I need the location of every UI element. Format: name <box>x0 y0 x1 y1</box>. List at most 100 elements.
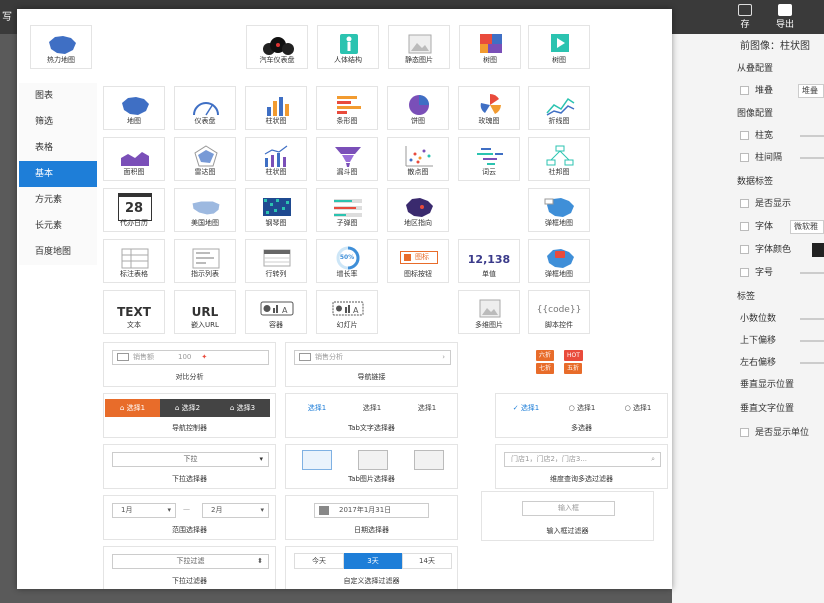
bar-width-row[interactable]: 柱宽 <box>740 129 773 143</box>
dropdown-filter-select[interactable]: 下拉过滤 ⬍ <box>112 554 269 569</box>
card-growth-rate[interactable]: 50% 增长率 <box>316 239 378 283</box>
image-icon[interactable] <box>302 450 332 470</box>
nav-link-input[interactable]: 销售分析 › <box>294 350 451 365</box>
font-color-row[interactable]: 字体颜色 <box>740 243 791 257</box>
card-piano-chart[interactable]: 钢琴图 <box>245 188 307 232</box>
custom-filter-option-active[interactable]: 3天 <box>344 553 402 569</box>
compare-analysis-component[interactable]: 销售额 100 ✦ 对比分析 <box>103 342 276 387</box>
card-treemap[interactable]: 树图 <box>459 25 521 69</box>
font-size-checkbox[interactable] <box>740 268 749 277</box>
card-single-value[interactable]: 12,138 单值 <box>458 239 520 283</box>
card-human-body[interactable]: 人体结构 <box>317 25 379 69</box>
tab-text-option[interactable]: 选择1 <box>402 399 452 417</box>
range-from-select[interactable]: 1月 ▾ <box>112 503 176 518</box>
date-component[interactable]: 2017年1月31日 日期选择器 <box>285 495 458 540</box>
sidebar-item-baidu-map[interactable]: 百度地图 <box>19 239 97 265</box>
compare-input[interactable]: 销售额 100 ✦ <box>112 350 269 365</box>
card-funnel[interactable]: 漏斗图 <box>316 137 378 181</box>
card-bar-line[interactable]: 柱状图 <box>245 137 307 181</box>
sidebar-item-charts[interactable]: 图表 <box>19 83 97 109</box>
date-input[interactable]: 2017年1月31日 <box>314 503 429 518</box>
card-heat-map[interactable]: 热力地图 <box>30 25 92 69</box>
card-line-chart[interactable]: 折线图 <box>528 86 590 130</box>
sidebar-item-long-elements[interactable]: 长元素 <box>19 213 97 239</box>
custom-filter-option[interactable]: 今天 <box>294 553 344 569</box>
custom-filter-component[interactable]: 今天 3天 14天 自定义选择过滤器 <box>285 546 458 589</box>
input-filter-field[interactable]: 输入框 <box>522 501 615 516</box>
vertical-offset-slider[interactable] <box>800 340 824 342</box>
card-area-chart[interactable]: 面积图 <box>103 137 165 181</box>
nav-control-component[interactable]: ⌂ 选择1 ⌂ 选择2 ⌂ 选择3 导航控制器 <box>103 393 276 438</box>
card-slides[interactable]: A 幻灯片 <box>316 290 378 334</box>
sidebar-item-filter[interactable]: 筛选 <box>19 109 97 135</box>
card-rose-chart[interactable]: 玫瑰图 <box>458 86 520 130</box>
font-color-swatch[interactable] <box>812 243 824 257</box>
image-icon[interactable] <box>358 450 388 470</box>
tab-text-component[interactable]: 选择1 选择1 选择1 Tab文字选择器 <box>285 393 458 438</box>
bar-gap-checkbox[interactable] <box>740 153 749 162</box>
tab-image-component[interactable]: Tab图片选择器 <box>285 444 458 489</box>
card-video[interactable]: 树图 <box>528 25 590 69</box>
stack-field[interactable]: 堆叠 <box>798 84 824 98</box>
font-size-slider[interactable] <box>800 272 824 274</box>
bar-width-checkbox[interactable] <box>740 131 749 140</box>
font-select[interactable]: 微软雅 <box>790 220 824 234</box>
bar-width-slider[interactable] <box>800 135 824 137</box>
range-to-select[interactable]: 2月 ▾ <box>202 503 269 518</box>
nav-control-option[interactable]: ⌂ 选择3 <box>215 399 270 417</box>
card-word-cloud[interactable]: 词云 <box>458 137 520 181</box>
card-network[interactable]: 社邦图 <box>528 137 590 181</box>
card-gauge[interactable]: 仪表盘 <box>174 86 236 130</box>
font-size-row[interactable]: 字号 <box>740 266 773 280</box>
card-radar-chart[interactable]: 雷达图 <box>174 137 236 181</box>
card-container[interactable]: A 容器 <box>245 290 307 334</box>
card-annotated-table[interactable]: 标注表格 <box>103 239 165 283</box>
card-icon-button[interactable]: 图标 图标按钮 <box>387 239 449 283</box>
export-button[interactable]: 导出 <box>768 2 802 32</box>
stack-checkbox[interactable] <box>740 86 749 95</box>
horizontal-offset-slider[interactable] <box>800 362 824 364</box>
dropdown-select[interactable]: 下拉 ▾ <box>112 452 269 467</box>
multi-select-option[interactable]: ○ 选择1 <box>556 399 608 417</box>
card-indicator-list[interactable]: 指示列表 <box>174 239 236 283</box>
card-bullet-chart[interactable]: 子弹图 <box>316 188 378 232</box>
card-script-control[interactable]: {{code}} 脚本控件 <box>528 290 590 334</box>
dimension-query-input[interactable]: 门店1，门店2，门店3... ⌕ <box>504 452 661 467</box>
dropdown-component[interactable]: 下拉 ▾ 下拉选择器 <box>103 444 276 489</box>
card-car-dashboard[interactable]: 汽车仪表盘 <box>246 25 308 69</box>
card-scatter[interactable]: 散点图 <box>387 137 449 181</box>
show-label-row[interactable]: 是否显示 <box>740 197 791 211</box>
card-map[interactable]: 地图 <box>103 86 165 130</box>
image-icon[interactable] <box>414 450 444 470</box>
card-popup-map-2[interactable]: 弹框地图 <box>528 239 590 283</box>
multi-select-option[interactable]: ✓ 选择1 <box>500 399 552 417</box>
decimals-slider[interactable] <box>800 318 824 320</box>
card-pie-chart[interactable]: 饼图 <box>387 86 449 130</box>
font-color-checkbox[interactable] <box>740 245 749 254</box>
font-checkbox[interactable] <box>740 222 749 231</box>
dropdown-filter-component[interactable]: 下拉过滤 ⬍ 下拉过滤器 <box>103 546 276 589</box>
card-static-image[interactable]: 静态图片 <box>388 25 450 69</box>
nav-link-component[interactable]: 销售分析 › 导航链接 <box>285 342 458 387</box>
sidebar-item-table[interactable]: 表格 <box>19 135 97 161</box>
card-embed-url[interactable]: URL 嵌入URL <box>174 290 236 334</box>
card-text[interactable]: TEXT 文本 <box>103 290 165 334</box>
card-popup-map[interactable]: 弹框地图 <box>528 188 590 232</box>
bar-gap-slider[interactable] <box>800 157 824 159</box>
stack-checkbox-row[interactable]: 堆叠 <box>740 84 773 98</box>
input-filter-component[interactable]: 输入框 输入框过滤器 <box>481 491 654 541</box>
tab-text-option[interactable]: 选择1 <box>347 399 397 417</box>
font-row[interactable]: 字体 <box>740 220 773 234</box>
card-bar-chart[interactable]: 柱状图 <box>245 86 307 130</box>
sidebar-item-basic[interactable]: 基本 <box>19 161 97 187</box>
show-unit-row[interactable]: 是否显示单位 <box>740 426 809 440</box>
custom-filter-option[interactable]: 14天 <box>402 553 452 569</box>
card-usa-map[interactable]: 美国地图 <box>174 188 236 232</box>
save-button[interactable]: 存 <box>728 2 762 32</box>
sidebar-item-square-elements[interactable]: 方元素 <box>19 187 97 213</box>
dimension-query-component[interactable]: 门店1，门店2，门店3... ⌕ 维度查询多选过滤器 <box>495 444 668 489</box>
bar-gap-row[interactable]: 柱间隔 <box>740 151 782 165</box>
show-label-checkbox[interactable] <box>740 199 749 208</box>
multi-select-component[interactable]: ✓ 选择1 ○ 选择1 ○ 选择1 多选器 <box>495 393 668 438</box>
multi-select-option[interactable]: ○ 选择1 <box>612 399 664 417</box>
